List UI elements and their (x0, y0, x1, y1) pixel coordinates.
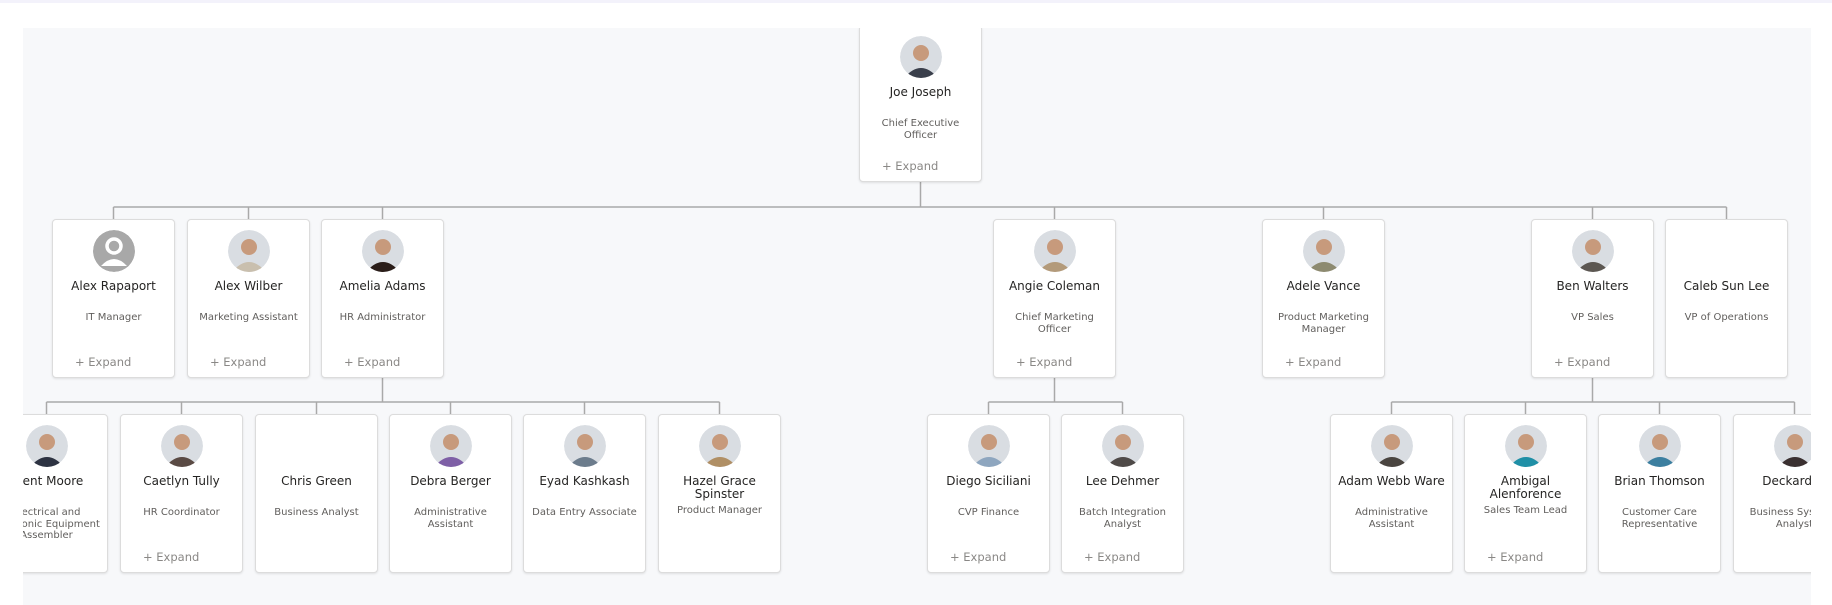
person-name: Alex Rapaport (71, 279, 156, 293)
person-name: Ben Walters (1556, 279, 1629, 293)
expand-button[interactable]: + Expand (1016, 355, 1072, 369)
person-card[interactable]: Alex Wilber Marketing Assistant + Expand (187, 219, 310, 378)
person-title: Chief Executive Officer (881, 118, 960, 141)
avatar (1504, 425, 1547, 467)
person-name: Caleb Sun Lee (1683, 279, 1770, 293)
person-name: Debra Berger (410, 474, 491, 488)
person-name: Ambigal Alenforence (1489, 474, 1562, 501)
top-strip (0, 0, 1832, 3)
person-card[interactable]: Brian Thomson Customer Care Representativ… (1598, 414, 1721, 573)
expand-button[interactable]: + Expand (882, 159, 938, 173)
person-card[interactable]: Eyad Kashkash Data Entry Associate (523, 414, 646, 573)
person-card[interactable]: Ambigal Alenforence Sales Team Lead + Expa… (1464, 414, 1587, 573)
avatar (25, 425, 68, 467)
person-name: Joe Joseph (889, 85, 952, 99)
person-title: Customer Care Representative (1621, 507, 1698, 530)
person-title: Product Manager (677, 505, 762, 516)
person-title: Business Systems Analyst (1749, 507, 1811, 530)
expand-button[interactable]: + Expand (210, 355, 266, 369)
person-title: Business Analyst (274, 507, 359, 518)
expand-button[interactable]: + Expand (1554, 355, 1610, 369)
person-name: Brent Moore (23, 474, 84, 488)
person-name: Eyad Kashkash (539, 474, 630, 488)
person-card[interactable]: Angie Coleman Chief Marketing Officer + Ex… (993, 219, 1116, 378)
person-title: Data Entry Associate (532, 507, 637, 518)
avatar (698, 425, 741, 467)
person-card[interactable]: Adam Webb Ware Administrative Assistant (1330, 414, 1453, 573)
avatar (1370, 425, 1413, 467)
person-title: HR Coordinator (143, 507, 220, 518)
person-name: Hazel Grace Spinster (683, 474, 756, 501)
person-title: Product Marketing Manager (1278, 312, 1369, 335)
person-name: Amelia Adams (339, 279, 426, 293)
person-card[interactable]: Brent Moore Electrical and Electronic Equ… (23, 414, 108, 573)
person-title: Batch Integration Analyst (1078, 507, 1167, 530)
person-title: Electrical and Electronic Equipment Asse… (23, 507, 100, 541)
avatar (1302, 230, 1345, 272)
person-card[interactable]: Deckard Sl Business Systems Analyst (1733, 414, 1811, 573)
person-name: Chris Green (281, 474, 352, 488)
person-card[interactable]: Diego Siciliani CVP Finance + Expand (927, 414, 1050, 573)
person-title: CVP Finance (957, 507, 1020, 518)
person-name: Adele Vance (1286, 279, 1361, 293)
expand-button[interactable]: + Expand (75, 355, 131, 369)
expand-button[interactable]: + Expand (344, 355, 400, 369)
person-title: Chief Marketing Officer (1015, 312, 1094, 335)
person-name: Diego Siciliani (946, 474, 1031, 488)
expand-button[interactable]: + Expand (1084, 550, 1140, 564)
person-title: Administrative Assistant (414, 507, 487, 530)
avatar (899, 36, 942, 78)
org-chart-canvas[interactable]: Joe Joseph Chief Executive Officer + Expan… (23, 28, 1811, 605)
avatar (1773, 425, 1811, 467)
person-card[interactable]: Alex Rapaport IT Manager + Expand (52, 219, 175, 378)
person-card[interactable]: Amelia Adams HR Administrator + Expand (321, 219, 444, 378)
expand-button[interactable]: + Expand (1285, 355, 1341, 369)
avatar (1033, 230, 1076, 272)
avatar (1571, 230, 1614, 272)
person-card[interactable]: Ben Walters VP Sales + Expand (1531, 219, 1654, 378)
person-name: Alex Wilber (214, 279, 283, 293)
person-card[interactable]: Lee Dehmer Batch Integration Analyst + Exp… (1061, 414, 1184, 573)
person-name: Deckard Sl (1762, 474, 1811, 488)
person-title: Sales Team Lead (1483, 505, 1568, 516)
person-title: Administrative Assistant (1355, 507, 1428, 530)
person-card[interactable]: Hazel Grace Spinster Product Manager (658, 414, 781, 573)
person-title: VP of Operations (1684, 312, 1769, 323)
avatar (361, 230, 404, 272)
expand-button[interactable]: + Expand (143, 550, 199, 564)
avatar (160, 425, 203, 467)
expand-button[interactable]: + Expand (950, 550, 1006, 564)
person-title: VP Sales (1571, 312, 1614, 323)
expand-button[interactable]: + Expand (1487, 550, 1543, 564)
avatar (967, 425, 1010, 467)
person-card[interactable]: Chris Green Business Analyst (255, 414, 378, 573)
person-card[interactable]: Joe Joseph Chief Executive Officer + Expan… (859, 28, 982, 182)
person-name: Adam Webb Ware (1338, 474, 1445, 488)
user-placeholder-icon (92, 230, 135, 272)
avatar (1638, 425, 1681, 467)
person-card[interactable]: Caleb Sun Lee VP of Operations (1665, 219, 1788, 378)
avatar (227, 230, 270, 272)
person-name: Brian Thomson (1614, 474, 1705, 488)
avatar (429, 425, 472, 467)
person-title: IT Manager (85, 312, 142, 323)
person-title: Marketing Assistant (199, 312, 298, 323)
person-name: Lee Dehmer (1085, 474, 1160, 488)
person-card[interactable]: Caetlyn Tully HR Coordinator + Expand (120, 414, 243, 573)
person-name: Angie Coleman (1008, 279, 1101, 293)
person-name: Caetlyn Tully (143, 474, 220, 488)
person-card[interactable]: Adele Vance Product Marketing Manager + Ex… (1262, 219, 1385, 378)
avatar (563, 425, 606, 467)
person-title: HR Administrator (339, 312, 426, 323)
person-card[interactable]: Debra Berger Administrative Assistant (389, 414, 512, 573)
avatar (1101, 425, 1144, 467)
